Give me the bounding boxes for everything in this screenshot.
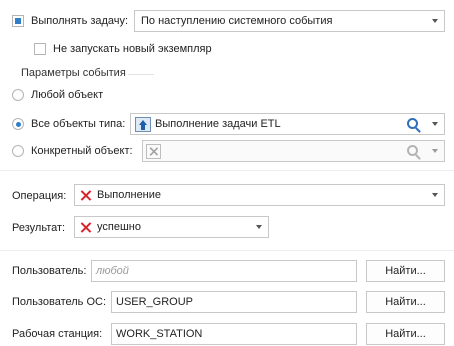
chevron-down-icon (256, 225, 262, 229)
all-objects-of-type-radio[interactable] (12, 118, 24, 130)
specific-object-label[interactable]: Конкретный объект: (31, 145, 133, 157)
object-type-value: Выполнение задачи ETL (155, 118, 281, 130)
operation-label: Операция: (12, 190, 67, 202)
run-task-mode-dropdown[interactable]: По наступлению системного события (134, 10, 445, 32)
operation-value: Выполнение (97, 189, 162, 201)
no-new-instance-label[interactable]: Не запускать новый экземпляр (53, 43, 212, 55)
no-new-instance-checkbox[interactable] (34, 43, 46, 55)
all-objects-of-type-label[interactable]: Все объекты типа: (31, 118, 125, 130)
os-user-find-button[interactable]: Найти... (366, 291, 445, 313)
empty-object-icon (146, 143, 161, 159)
run-task-mode-value: По наступлению системного события (141, 15, 333, 27)
workstation-find-button[interactable]: Найти... (366, 323, 445, 345)
section-divider (128, 74, 154, 75)
run-task-label[interactable]: Выполнять задачу: (31, 15, 128, 27)
result-dropdown[interactable]: успешно (74, 216, 269, 238)
chevron-down-icon[interactable] (432, 149, 438, 153)
operation-dropdown[interactable]: Выполнение (74, 184, 445, 206)
os-user-value: USER_GROUP (116, 296, 194, 308)
user-label: Пользователь: (12, 265, 87, 277)
os-user-label: Пользователь ОС: (12, 296, 106, 308)
any-object-radio[interactable] (12, 89, 24, 101)
divider (0, 170, 454, 171)
object-type-selector[interactable]: Выполнение задачи ETL (130, 113, 445, 135)
chevron-down-icon (432, 193, 438, 197)
etl-task-icon (135, 116, 151, 132)
operation-status-icon (79, 189, 92, 202)
event-params-title: Параметры события (21, 67, 126, 79)
search-icon[interactable] (407, 145, 418, 156)
chevron-down-icon[interactable] (432, 122, 438, 126)
specific-object-radio[interactable] (12, 145, 24, 157)
user-find-button[interactable]: Найти... (366, 260, 445, 282)
result-value: успешно (97, 221, 141, 233)
search-icon[interactable] (407, 118, 418, 129)
os-user-input[interactable]: USER_GROUP (111, 291, 357, 313)
divider (0, 250, 454, 251)
run-task-checkbox[interactable] (12, 15, 24, 27)
any-object-label[interactable]: Любой объект (31, 89, 103, 101)
workstation-label: Рабочая станция: (12, 328, 103, 340)
workstation-input[interactable]: WORK_STATION (111, 323, 357, 345)
close-icon (148, 146, 158, 156)
user-placeholder: любой (96, 265, 129, 277)
specific-object-selector[interactable] (142, 140, 445, 162)
result-status-icon (79, 221, 92, 234)
chevron-down-icon (432, 19, 438, 23)
workstation-value: WORK_STATION (116, 328, 203, 340)
user-input[interactable]: любой (91, 260, 357, 282)
result-label: Результат: (12, 222, 66, 234)
